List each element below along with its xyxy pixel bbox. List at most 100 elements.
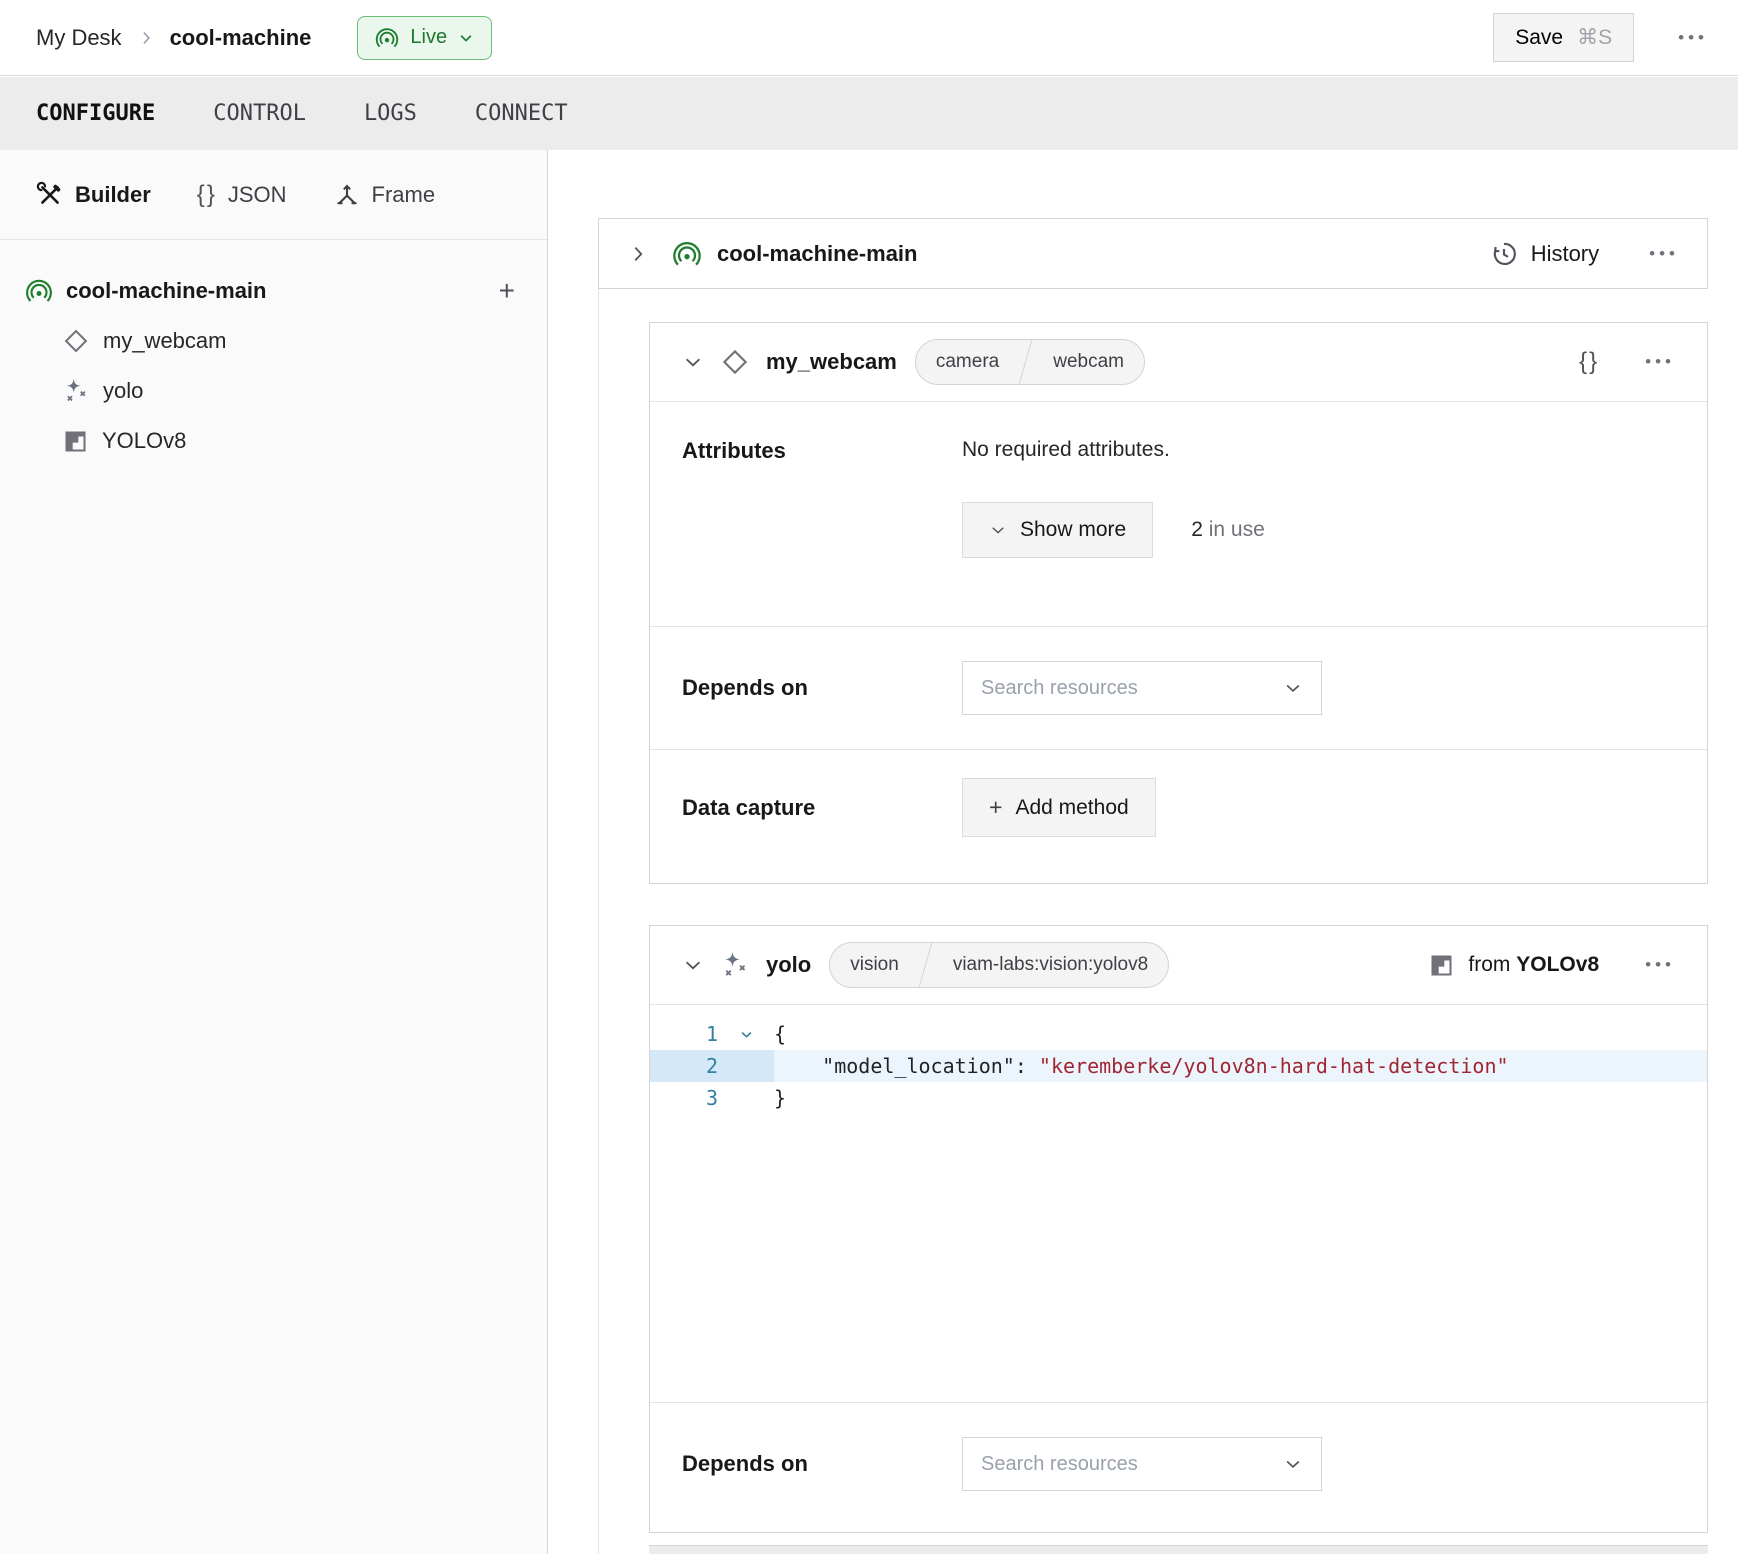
breadcrumb-machine-name: cool-machine — [170, 25, 312, 51]
history-icon — [1489, 239, 1519, 269]
line-number: 2 — [650, 1050, 718, 1082]
add-resource-button[interactable]: + — [499, 275, 515, 307]
webcam-depends-select[interactable]: Search resources — [962, 661, 1322, 715]
component-diamond-icon — [720, 347, 750, 377]
code-text: } — [774, 1082, 1707, 1114]
webcam-depends-section: Depends on Search resources — [650, 626, 1707, 749]
json-key: "model_location" — [822, 1054, 1015, 1078]
show-more-label: Show more — [1020, 518, 1126, 542]
fold-chevron-icon[interactable] — [718, 1018, 774, 1050]
machine-menu-kebab[interactable]: ••• — [1678, 28, 1708, 48]
part-title: cool-machine-main — [717, 241, 917, 267]
history-label: History — [1531, 241, 1599, 267]
module-icon — [62, 428, 89, 455]
tree-item-machine-part[interactable]: cool-machine-main + — [24, 266, 547, 316]
attributes-section: Attributes No required attributes. Show … — [650, 401, 1707, 626]
module-icon — [1428, 952, 1455, 979]
line-number: 1 — [650, 1018, 718, 1050]
badge-vision: vision — [830, 954, 919, 976]
component-diamond-icon — [62, 327, 90, 355]
history-button[interactable]: History — [1489, 239, 1599, 269]
yolo-depends-section: Depends on Search resources — [650, 1402, 1707, 1525]
yolo-service-card: yolo vision viam-labs:vision:yolov8 from… — [649, 925, 1708, 1533]
webcam-menu-kebab[interactable]: ••• — [1645, 352, 1675, 372]
in-use-count: 2 — [1191, 518, 1203, 541]
show-more-button[interactable]: Show more — [962, 502, 1153, 558]
attributes-json-editor[interactable]: 1 { 2 "model_location": "keremberke/yolo… — [650, 1004, 1707, 1402]
config-sidebar: Builder {} JSON Frame — [0, 150, 548, 1554]
broadcast-icon — [374, 25, 400, 51]
top-bar: My Desk cool-machine Live Save ⌘S ••• — [0, 0, 1738, 76]
json-string-value: "keremberke/yolov8n-hard-hat-detection" — [1039, 1054, 1509, 1078]
data-capture-label: Data capture — [682, 795, 962, 821]
badge-webcam: webcam — [1033, 351, 1144, 373]
tab-logs[interactable]: LOGS — [364, 101, 417, 126]
save-shortcut: ⌘S — [1577, 25, 1612, 50]
chevron-down-icon — [1283, 1454, 1303, 1474]
service-sparkle-icon — [720, 950, 750, 980]
yolo-card-header: yolo vision viam-labs:vision:yolov8 from… — [650, 926, 1707, 1004]
plus-icon: + — [989, 794, 1002, 821]
tree-item-module[interactable]: YOLOv8 — [24, 416, 547, 466]
from-module-name: YOLOv8 — [1516, 953, 1599, 976]
tools-icon — [36, 181, 64, 209]
view-tab-frame[interactable]: Frame — [333, 181, 436, 209]
tab-control[interactable]: CONTROL — [213, 101, 306, 126]
view-tab-frame-label: Frame — [372, 182, 436, 208]
json-mode-icon[interactable]: {} — [1579, 348, 1599, 376]
chevron-right-icon — [136, 28, 156, 48]
braces-icon: {} — [197, 181, 217, 209]
frame-axes-icon — [333, 181, 361, 209]
tree-item-webcam-label: my_webcam — [103, 328, 226, 354]
part-menu-kebab[interactable]: ••• — [1649, 244, 1679, 264]
add-method-button[interactable]: + Add method — [962, 778, 1156, 837]
save-button[interactable]: Save ⌘S — [1493, 13, 1634, 62]
code-text: "model_location": "keremberke/yolov8n-ha… — [774, 1050, 1707, 1082]
webcam-card-header: my_webcam camera webcam {} ••• — [650, 323, 1707, 401]
breadcrumb: My Desk cool-machine — [36, 25, 311, 51]
service-sparkle-icon — [62, 377, 90, 405]
expand-chevron-icon[interactable] — [627, 243, 649, 265]
chevron-down-icon — [989, 521, 1007, 539]
badge-model-triplet: viam-labs:vision:yolov8 — [933, 954, 1168, 976]
badge-divider — [1019, 340, 1033, 384]
yolo-card-title: yolo — [766, 952, 811, 978]
attributes-in-use: 2 in use — [1191, 518, 1265, 542]
tab-connect[interactable]: CONNECT — [475, 101, 568, 126]
tree-item-yolo-label: yolo — [103, 378, 143, 404]
view-tab-json[interactable]: {} JSON — [197, 181, 287, 209]
live-status-dropdown[interactable]: Live — [357, 16, 492, 60]
sidebar-view-tabs: Builder {} JSON Frame — [0, 150, 547, 240]
tree-item-machine-part-label: cool-machine-main — [66, 278, 266, 304]
config-main-panel: cool-machine-main History ••• my_webcam — [549, 150, 1738, 1554]
add-method-label: Add method — [1015, 796, 1128, 820]
collapse-chevron-icon[interactable] — [682, 954, 704, 976]
tree-item-webcam[interactable]: my_webcam — [24, 316, 547, 366]
collapse-chevron-icon[interactable] — [682, 351, 704, 373]
machine-part-card: cool-machine-main History ••• — [598, 218, 1708, 289]
machine-part-icon — [671, 238, 703, 270]
code-line-3[interactable]: 3 } — [650, 1082, 1707, 1114]
from-module-link[interactable]: from YOLOv8 — [1428, 952, 1599, 979]
breadcrumb-org[interactable]: My Desk — [36, 25, 122, 51]
tab-configure[interactable]: CONFIGURE — [36, 101, 155, 126]
webcam-component-card: my_webcam camera webcam {} ••• Attribute… — [649, 322, 1708, 884]
in-use-suffix: in use — [1203, 518, 1265, 541]
attributes-empty-text: No required attributes. — [962, 438, 1675, 462]
tree-item-module-label: YOLOv8 — [102, 428, 186, 454]
next-card-edge — [649, 1545, 1708, 1554]
resource-tree: cool-machine-main + my_webcam yolo — [0, 240, 547, 466]
badge-camera: camera — [916, 351, 1019, 373]
code-line-2[interactable]: 2 "model_location": "keremberke/yolov8n-… — [650, 1050, 1707, 1082]
from-prefix: from — [1468, 953, 1516, 976]
view-tab-builder[interactable]: Builder — [36, 181, 151, 209]
depends-placeholder: Search resources — [981, 1453, 1138, 1476]
yolo-type-badge: vision viam-labs:vision:yolov8 — [829, 942, 1169, 988]
data-capture-section: Data capture + Add method — [650, 749, 1707, 877]
view-tab-json-label: JSON — [228, 182, 287, 208]
tree-item-yolo[interactable]: yolo — [24, 366, 547, 416]
code-line-1[interactable]: 1 { — [650, 1018, 1707, 1050]
yolo-menu-kebab[interactable]: ••• — [1645, 955, 1675, 975]
yolo-depends-select[interactable]: Search resources — [962, 1437, 1322, 1491]
depends-on-label: Depends on — [682, 1451, 962, 1477]
